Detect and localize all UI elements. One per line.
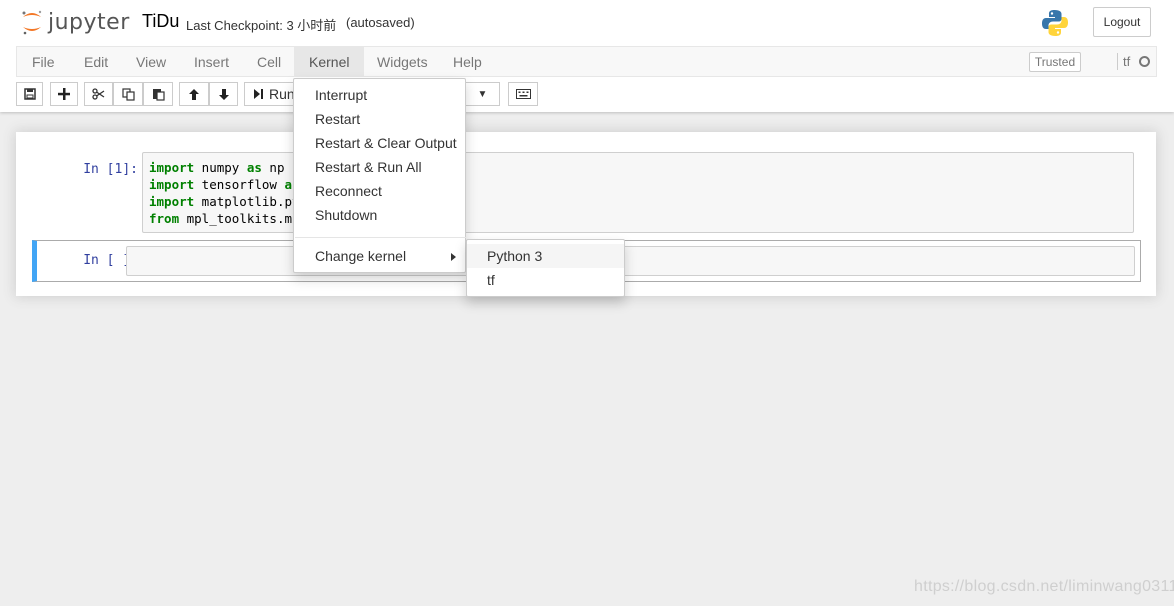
kernel-name[interactable]: tf bbox=[1123, 54, 1130, 69]
trusted-badge[interactable]: Trusted bbox=[1029, 52, 1081, 72]
toolbar: Run ▼ bbox=[16, 82, 1157, 108]
menu-help[interactable]: Help bbox=[438, 47, 497, 77]
autosave-status: (autosaved) bbox=[346, 15, 415, 30]
kernel-idle-indicator-icon bbox=[1139, 56, 1150, 67]
code-content: import numpy as np import tensorflow as … bbox=[143, 153, 1133, 233]
save-icon bbox=[23, 88, 36, 100]
copy-icon bbox=[121, 87, 135, 101]
code-editor[interactable] bbox=[126, 246, 1135, 276]
move-down-button[interactable] bbox=[209, 82, 238, 106]
move-up-button[interactable] bbox=[179, 82, 209, 106]
run-button-label: Run bbox=[269, 86, 295, 102]
kernel-menu-interrupt[interactable]: Interrupt bbox=[294, 83, 465, 107]
code-keyword: from bbox=[149, 211, 180, 226]
jupyter-logo-icon bbox=[22, 10, 42, 35]
keyboard-icon bbox=[515, 89, 531, 99]
kernel-menu-shutdown[interactable]: Shutdown bbox=[294, 203, 465, 227]
menu-divider bbox=[295, 237, 466, 238]
save-button[interactable] bbox=[16, 82, 43, 106]
kernel-menu-restart-clear[interactable]: Restart & Clear Output bbox=[294, 131, 465, 155]
python-logo-icon bbox=[1042, 10, 1068, 36]
code-keyword: import bbox=[149, 177, 195, 192]
command-palette-button[interactable] bbox=[508, 82, 538, 106]
kernel-option-python3[interactable]: Python 3 bbox=[467, 244, 624, 268]
watermark: https://blog.csdn.net/liminwang0311 bbox=[914, 578, 1174, 595]
menu-file[interactable]: File bbox=[17, 47, 70, 77]
step-forward-icon bbox=[254, 89, 263, 99]
input-prompt: In [ ]: bbox=[83, 253, 138, 268]
menu-kernel[interactable]: Kernel bbox=[294, 47, 365, 77]
kernel-menu-reconnect[interactable]: Reconnect bbox=[294, 179, 465, 203]
kernel-menu-change-kernel[interactable]: Change kernel bbox=[294, 244, 465, 268]
plus-icon bbox=[58, 88, 70, 100]
header-top-bar: jupyter TiDu Last Checkpoint: 3 小时前 (aut… bbox=[0, 0, 1174, 46]
cell-type-select[interactable]: ▼ bbox=[466, 82, 500, 106]
kernel-menu-restart[interactable]: Restart bbox=[294, 107, 465, 131]
change-kernel-submenu: Python 3 tf bbox=[466, 239, 625, 297]
code-cell[interactable]: In [1]: import numpy as np import tensor… bbox=[32, 152, 1140, 236]
menu-view[interactable]: View bbox=[121, 47, 181, 77]
copy-button[interactable] bbox=[113, 82, 143, 106]
run-button[interactable]: Run bbox=[244, 82, 296, 106]
code-keyword: import bbox=[149, 194, 195, 209]
input-prompt: In [1]: bbox=[83, 162, 138, 177]
menu-widgets[interactable]: Widgets bbox=[362, 47, 443, 77]
paste-icon bbox=[152, 88, 165, 101]
change-kernel-label: Change kernel bbox=[315, 248, 407, 264]
kernel-menu-restart-run-all[interactable]: Restart & Run All bbox=[294, 155, 465, 179]
code-keyword: as bbox=[246, 160, 262, 175]
notebook-name[interactable]: TiDu bbox=[142, 11, 179, 32]
menu-insert[interactable]: Insert bbox=[179, 47, 244, 77]
menu-cell[interactable]: Cell bbox=[242, 47, 296, 77]
code-editor[interactable]: import numpy as np import tensorflow as … bbox=[142, 152, 1134, 233]
cut-button[interactable] bbox=[84, 82, 113, 106]
arrow-down-icon bbox=[218, 88, 229, 100]
paste-button[interactable] bbox=[143, 82, 173, 106]
arrow-up-icon bbox=[189, 88, 199, 100]
scissors-icon bbox=[92, 88, 105, 100]
caret-right-icon bbox=[451, 253, 456, 261]
menu-edit[interactable]: Edit bbox=[69, 47, 123, 77]
menubar: File Edit View Insert Cell Kernel Widget… bbox=[16, 46, 1157, 77]
insert-cell-button[interactable] bbox=[50, 82, 78, 106]
code-keyword: import bbox=[149, 160, 195, 175]
kernel-dropdown-menu: Interrupt Restart Restart & Clear Output… bbox=[293, 78, 466, 273]
code-text: np bbox=[261, 160, 285, 175]
logout-button[interactable]: Logout bbox=[1093, 7, 1151, 37]
kernel-separator bbox=[1117, 53, 1118, 70]
jupyter-logo-text: jupyter bbox=[48, 9, 130, 35]
checkpoint-status: Last Checkpoint: 3 小时前 bbox=[186, 18, 337, 33]
kernel-option-tf[interactable]: tf bbox=[467, 268, 624, 292]
chevron-down-icon: ▼ bbox=[477, 88, 488, 100]
code-text: tensorflow bbox=[194, 177, 285, 192]
notebook-header: jupyter TiDu Last Checkpoint: 3 小时前 (aut… bbox=[0, 0, 1174, 112]
code-text: numpy bbox=[194, 160, 247, 175]
jupyter-logo[interactable]: jupyter bbox=[20, 7, 130, 37]
